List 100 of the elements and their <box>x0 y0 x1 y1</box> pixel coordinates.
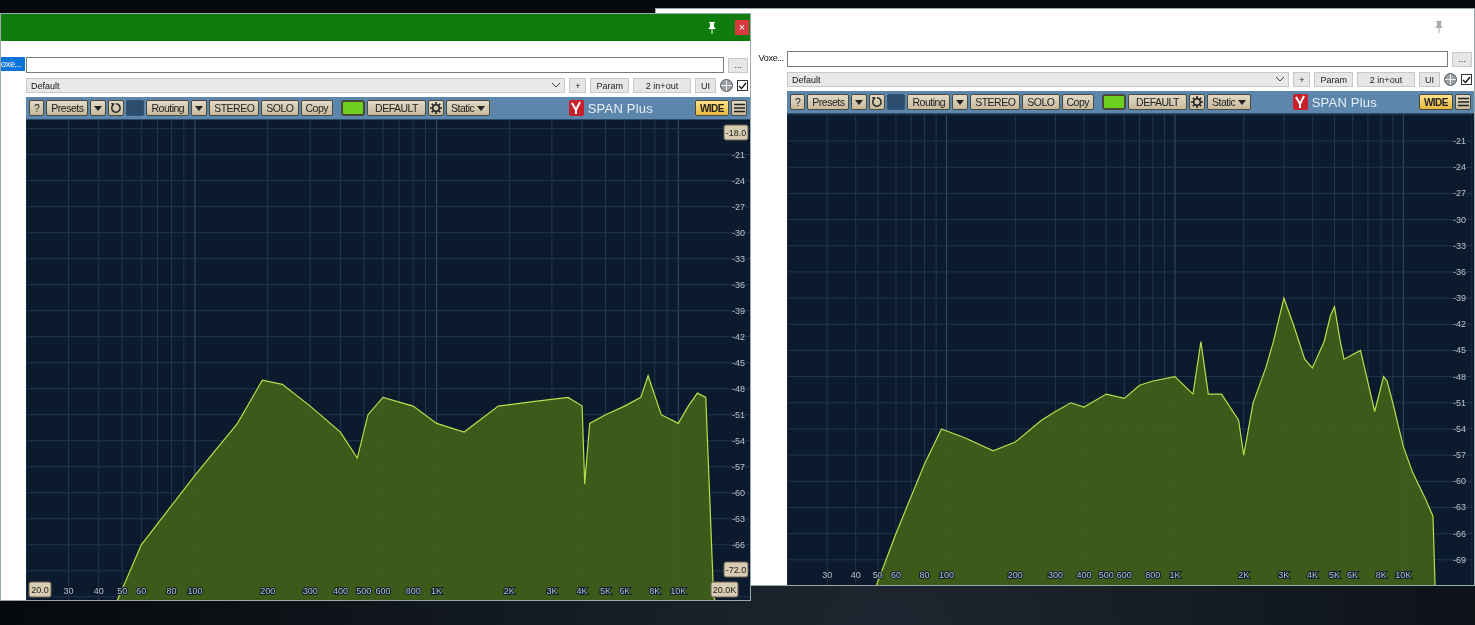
frequency-label: 400 <box>1076 570 1092 580</box>
frequency-label: 4K <box>1306 570 1318 580</box>
frequency-label: 30 <box>63 586 74 596</box>
reset-button[interactable] <box>869 94 886 110</box>
menu-button[interactable] <box>1455 94 1471 110</box>
level-label: -42 <box>732 331 745 342</box>
ui-button[interactable]: UI <box>695 78 716 93</box>
settings-button[interactable] <box>428 100 445 116</box>
caret-icon <box>195 105 204 111</box>
dropdown-button[interactable] <box>851 94 868 110</box>
level-label: -21 <box>732 149 745 160</box>
close-button[interactable]: × <box>735 20 749 35</box>
mode-dropdown[interactable]: Static <box>446 100 491 116</box>
led-indicator[interactable] <box>341 100 366 116</box>
frequency-label: 10K <box>1395 570 1412 580</box>
help-button[interactable]: ? <box>29 100 45 116</box>
reset-icon <box>871 96 884 108</box>
program-dropdown[interactable]: Default <box>787 72 1290 87</box>
frequency-label: 300 <box>1048 570 1064 580</box>
dropdown-button[interactable] <box>90 100 107 116</box>
level-label: -51 <box>1453 397 1466 408</box>
frequency-range-field[interactable]: 20.0K <box>710 581 739 598</box>
enable-checkbox[interactable] <box>1461 74 1472 85</box>
chevron-icon <box>1276 77 1285 82</box>
product-name: SPAN Plus <box>587 100 653 116</box>
frequency-label: 200 <box>260 586 276 596</box>
caret-icon <box>477 105 486 111</box>
led-indicator[interactable] <box>1102 94 1127 110</box>
frequency-label: 100 <box>187 586 203 596</box>
frequency-label: 3K <box>546 586 558 596</box>
param-button[interactable]: Param <box>590 78 629 93</box>
dropdown-button[interactable] <box>952 94 969 110</box>
frequency-label: 30 <box>822 570 833 580</box>
ui-button[interactable]: UI <box>1419 72 1440 87</box>
default-button[interactable]: DEFAULT <box>367 100 427 116</box>
level-range-field[interactable]: -18.0 <box>723 124 749 141</box>
level-label: -27 <box>732 201 745 212</box>
frequency-label: 5K <box>600 586 611 596</box>
frequency-label: 2K <box>1238 570 1250 580</box>
plugin-list-item[interactable]: Voxe... <box>758 51 786 65</box>
stereo-button[interactable]: STEREO <box>209 100 260 116</box>
product-name: SPAN Plus <box>1311 94 1377 110</box>
io-button[interactable]: 2 in+out <box>1357 72 1415 87</box>
level-label: -54 <box>1453 423 1466 434</box>
name-field[interactable] <box>26 57 725 73</box>
level-label: -60 <box>732 487 745 498</box>
level-label: -45 <box>1453 345 1466 356</box>
enable-checkbox[interactable] <box>737 80 748 91</box>
program-dropdown[interactable]: Default <box>26 78 566 93</box>
wide-button[interactable]: WIDE <box>694 100 729 116</box>
default-button[interactable]: DEFAULT <box>1128 94 1188 110</box>
help-button[interactable]: ? <box>790 94 806 110</box>
menu-icon <box>1457 97 1469 107</box>
frequency-label: 6K <box>619 586 631 596</box>
browse-button[interactable]: ... <box>1452 51 1472 67</box>
solo-button[interactable]: SOLO <box>1022 94 1060 110</box>
level-label: -48 <box>732 383 745 394</box>
copy-button[interactable]: Copy <box>1061 94 1095 110</box>
level-label: -36 <box>1453 266 1466 277</box>
name-field[interactable] <box>787 51 1449 67</box>
level-label: -39 <box>1453 293 1466 304</box>
frequency-label: 800 <box>405 586 421 596</box>
browse-button[interactable]: ... <box>728 57 748 73</box>
menu-button[interactable] <box>731 100 747 116</box>
plugin-list-item[interactable]: oxe... <box>1 57 25 71</box>
io-button[interactable]: 2 in+out <box>633 78 691 93</box>
wide-button[interactable]: WIDE <box>1418 94 1453 110</box>
level-label: -51 <box>732 409 745 420</box>
mode-dropdown[interactable]: Static <box>1207 94 1252 110</box>
routing-button[interactable]: Routing <box>907 94 951 110</box>
frequency-label: 500 <box>356 586 372 596</box>
param-button[interactable]: Param <box>1314 72 1353 87</box>
frequency-range-field[interactable]: 20.0 <box>28 581 52 598</box>
globe-icon[interactable] <box>1444 73 1457 86</box>
globe-icon[interactable] <box>720 79 733 92</box>
reset-button[interactable] <box>108 100 125 116</box>
frequency-label: 500 <box>1098 570 1114 580</box>
level-label: -24 <box>732 175 745 186</box>
level-range-field[interactable]: -72.0 <box>723 561 749 578</box>
add-button[interactable]: + <box>1293 72 1311 87</box>
presets-button[interactable]: Presets <box>46 100 89 116</box>
dropdown-button[interactable] <box>191 100 208 116</box>
level-label: -24 <box>1453 162 1466 173</box>
frequency-label: 200 <box>1007 570 1023 580</box>
presets-button[interactable]: Presets <box>807 94 850 110</box>
level-label: -57 <box>1453 450 1466 461</box>
caret-icon <box>855 99 864 105</box>
frequency-label: 10K <box>670 586 687 596</box>
pin-icon[interactable] <box>707 21 717 34</box>
copy-button[interactable]: Copy <box>300 100 334 116</box>
frequency-label: 80 <box>166 586 177 596</box>
add-button[interactable]: + <box>569 78 587 93</box>
routing-button[interactable]: Routing <box>146 100 190 116</box>
gear-icon <box>430 102 443 114</box>
solo-button[interactable]: SOLO <box>261 100 299 116</box>
stereo-button[interactable]: STEREO <box>970 94 1021 110</box>
level-label: -30 <box>732 227 745 238</box>
settings-button[interactable] <box>1189 94 1206 110</box>
reset-icon <box>110 102 123 114</box>
level-label: -54 <box>732 435 745 446</box>
